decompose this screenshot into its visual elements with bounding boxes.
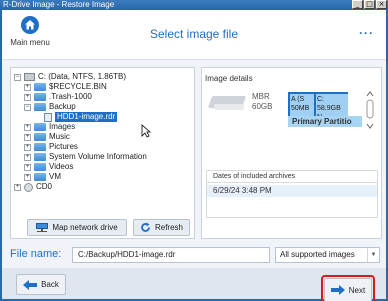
- tree-node-folder[interactable]: + .Trash-1000: [24, 92, 92, 102]
- tree-node-label: VM: [49, 172, 61, 181]
- more-options-button[interactable]: ···: [359, 26, 374, 40]
- folder-icon: [34, 143, 46, 151]
- tree-node-label: Pictures: [49, 142, 78, 151]
- partition-2[interactable]: C: 58.9GB N: [316, 92, 348, 116]
- expand-icon[interactable]: +: [24, 153, 31, 161]
- tree-node-label: CD0: [36, 182, 53, 191]
- folder-icon: [34, 163, 46, 171]
- disk-info: MBR 60GB: [252, 92, 272, 112]
- main-window: Main menu Select image file ··· − C: (Da…: [2, 10, 386, 301]
- image-details-title: Image details: [205, 74, 253, 83]
- disk-type: MBR: [252, 92, 270, 101]
- back-label: Back: [41, 280, 59, 289]
- tree-node-label: C: (Data, NTFS, 1.86TB): [38, 72, 127, 81]
- tree-node-folder-backup[interactable]: − Backup: [24, 102, 76, 112]
- expand-icon[interactable]: +: [24, 93, 31, 101]
- mouse-cursor-icon: [141, 124, 151, 138]
- expand-icon[interactable]: +: [24, 83, 31, 91]
- partition-name: A (S: [291, 96, 305, 103]
- partition-name: C:: [317, 96, 324, 103]
- folder-tree[interactable]: − C: (Data, NTFS, 1.86TB) + $RECYCLE.BIN…: [11, 72, 194, 210]
- tree-node-folder[interactable]: + Music: [24, 132, 70, 142]
- tree-node-label: Music: [49, 132, 70, 141]
- collapse-icon[interactable]: −: [24, 103, 31, 111]
- chevron-down-icon: ▼: [367, 248, 379, 262]
- partition-1[interactable]: A (S 50MB: [288, 92, 316, 116]
- tree-node-label: Backup: [49, 102, 76, 111]
- next-button[interactable]: Next: [324, 278, 372, 301]
- tree-node-folder[interactable]: + VM: [24, 172, 61, 182]
- header: Main menu Select image file ···: [2, 10, 386, 60]
- file-name-input[interactable]: C:/Backup/HDD1-image.rdr: [72, 247, 270, 263]
- partition-size: 50MB: [291, 105, 310, 112]
- collapse-icon[interactable]: −: [14, 73, 21, 81]
- expand-icon[interactable]: +: [14, 183, 21, 191]
- tree-node-drive-cd0[interactable]: + CD0: [14, 182, 52, 192]
- expand-icon[interactable]: +: [24, 123, 31, 131]
- primary-partition-label: Primary Partitio: [288, 116, 362, 127]
- tree-node-file-selected[interactable]: HDD1-image.rdr: [44, 112, 118, 122]
- map-network-drive-button[interactable]: Map network drive: [27, 219, 127, 236]
- tree-node-folder[interactable]: + Pictures: [24, 142, 78, 152]
- refresh-button[interactable]: Refresh: [133, 219, 190, 236]
- tree-node-folder[interactable]: + System Volume Information: [24, 152, 147, 162]
- details-scrollbar[interactable]: [366, 90, 374, 130]
- tree-node-folder[interactable]: + Videos: [24, 162, 73, 172]
- tree-node-label: HDD1-image.rdr: [55, 112, 118, 122]
- folder-icon: [34, 153, 46, 161]
- arrow-left-icon: [23, 279, 38, 290]
- folder-icon: [34, 133, 46, 141]
- network-drive-icon: [36, 223, 49, 232]
- folder-icon: [34, 173, 46, 181]
- image-file-icon: [44, 112, 52, 122]
- folder-icon: [34, 83, 46, 91]
- image-details-panel: Image details MBR 60GB A (S 50MB C: 58.9…: [201, 67, 382, 239]
- folder-icon: [34, 103, 46, 111]
- tree-node-label: $RECYCLE.BIN: [49, 82, 107, 91]
- archives-header: Dates of included archives: [207, 171, 377, 183]
- maximize-button[interactable]: □: [364, 0, 375, 9]
- archive-date-row[interactable]: 6/29/24 3:48 PM: [207, 185, 377, 197]
- tree-node-folder[interactable]: + Images: [24, 122, 75, 132]
- expand-icon[interactable]: +: [24, 133, 31, 141]
- disk-base-shape: [214, 104, 244, 110]
- archives-list[interactable]: Dates of included archives 6/29/24 3:48 …: [206, 170, 378, 218]
- footer: Back Next: [2, 268, 386, 301]
- next-label: Next: [348, 285, 366, 295]
- tree-node-label: System Volume Information: [49, 152, 147, 161]
- refresh-label: Refresh: [154, 223, 183, 232]
- cd-drive-icon: [24, 182, 33, 192]
- window-titlebar: R-Drive Image - Restore Image _ □ ×: [0, 0, 388, 10]
- file-type-filter-value: All supported images: [280, 250, 355, 259]
- tree-node-label: Images: [49, 122, 76, 131]
- file-name-label: File name:: [10, 248, 62, 260]
- tree-node-drive-c[interactable]: − C: (Data, NTFS, 1.86TB): [14, 72, 126, 82]
- refresh-icon: [141, 222, 150, 232]
- page-title: Select image file: [149, 27, 239, 41]
- window-title: R-Drive Image - Restore Image: [3, 0, 115, 9]
- folder-tree-panel: − C: (Data, NTFS, 1.86TB) + $RECYCLE.BIN…: [10, 67, 195, 239]
- expand-icon[interactable]: +: [24, 163, 31, 171]
- close-button[interactable]: ×: [376, 0, 387, 9]
- expand-icon[interactable]: +: [24, 173, 31, 181]
- tree-node-label: Videos: [49, 162, 74, 171]
- expand-icon[interactable]: +: [24, 143, 31, 151]
- hard-drive-icon: [24, 73, 35, 81]
- file-type-filter-select[interactable]: All supported images ▼: [275, 247, 380, 263]
- disk-size: 60GB: [252, 102, 273, 111]
- tree-node-label: .Trash-1000: [49, 92, 92, 101]
- map-network-drive-label: Map network drive: [52, 223, 118, 232]
- folder-icon: [34, 123, 46, 131]
- back-button[interactable]: Back: [16, 274, 66, 295]
- folder-icon: [34, 93, 46, 101]
- arrow-right-icon: [330, 285, 345, 295]
- partition-size: 58.9GB N: [317, 105, 341, 116]
- tree-node-folder[interactable]: + $RECYCLE.BIN: [24, 82, 107, 92]
- window-controls: _ □ ×: [352, 0, 387, 9]
- minimize-button[interactable]: _: [352, 0, 363, 9]
